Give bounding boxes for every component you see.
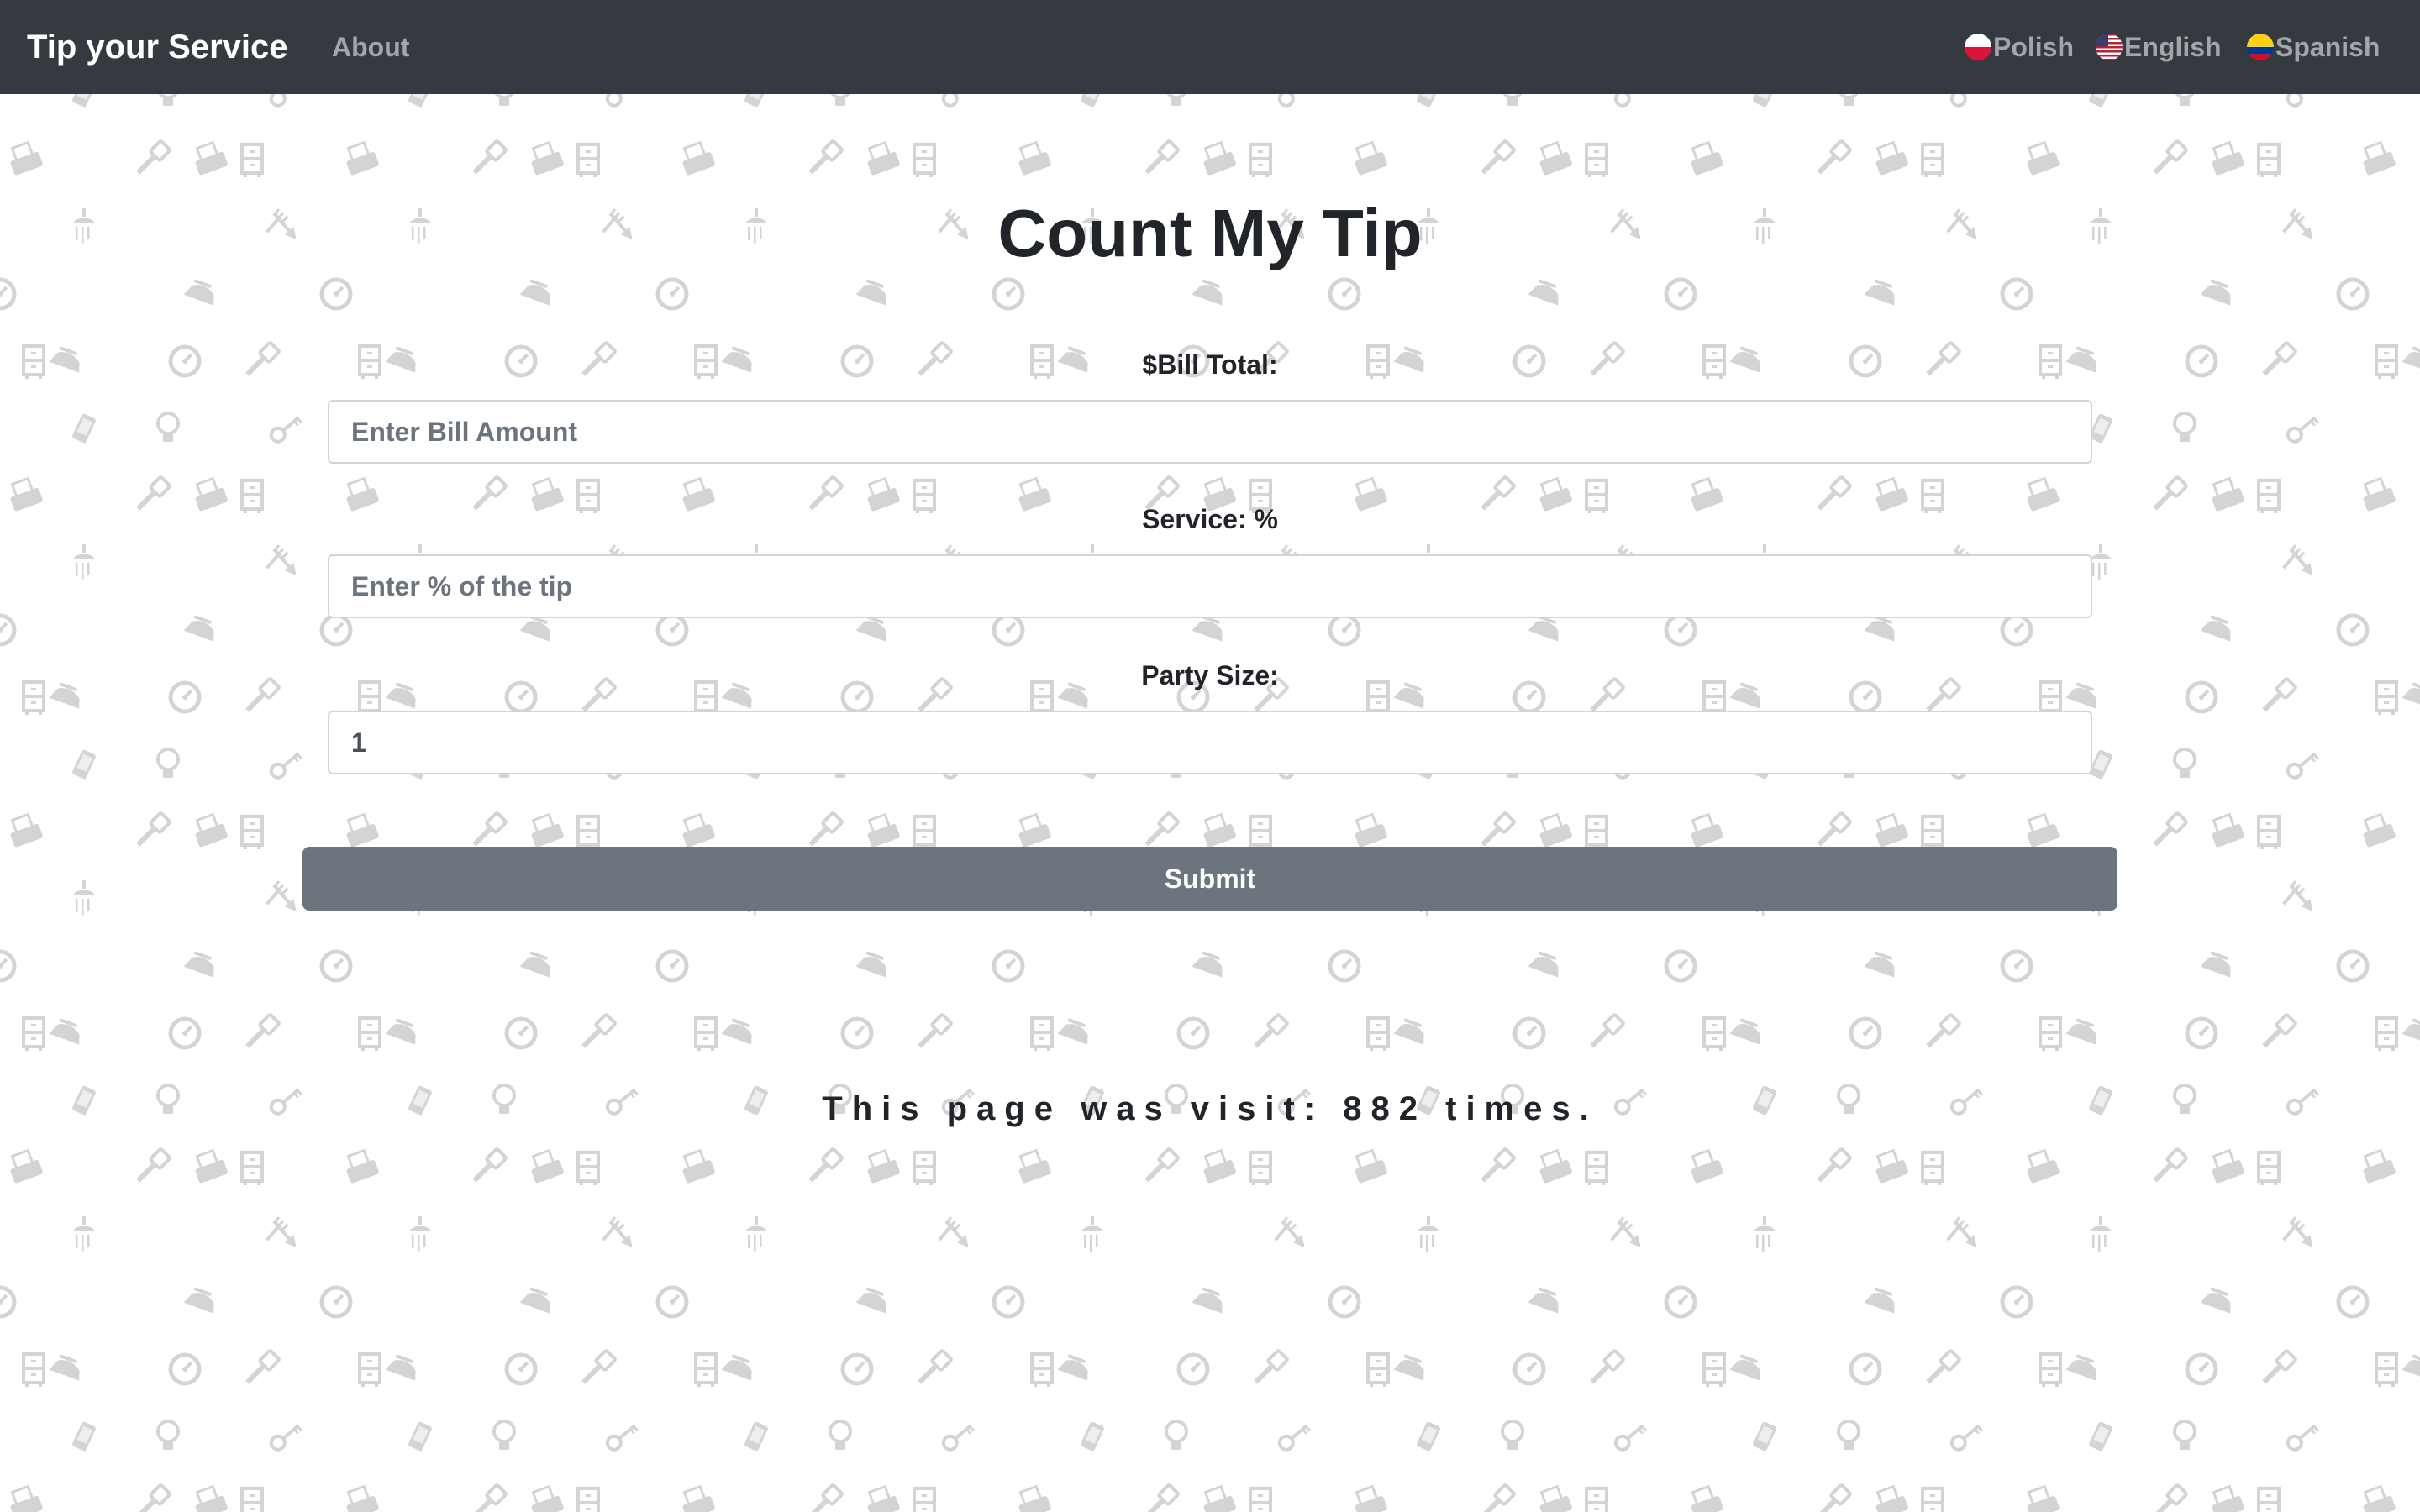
lang-polish-link[interactable]: Polish	[1965, 27, 2074, 67]
brand-link[interactable]: Tip your Service	[27, 24, 288, 71]
lang-polish-label: Polish	[1993, 32, 2075, 62]
lang-spanish-label: Spanish	[2275, 32, 2381, 62]
party-size-input[interactable]	[328, 711, 2092, 774]
tip-form-section: Count My Tip $Bill Total: Service: % Par…	[0, 94, 2420, 1512]
lang-spanish-link[interactable]: Spanish	[2247, 27, 2380, 67]
page-title: Count My Tip	[997, 196, 1423, 270]
service-percent-label: Service: %	[1142, 504, 1278, 534]
bill-total-label: $Bill Total:	[1142, 349, 1278, 380]
submit-button[interactable]: Submit	[302, 847, 2118, 911]
colombia-flag-icon	[2247, 34, 2274, 60]
bill-amount-input[interactable]	[328, 400, 2092, 464]
usa-flag-icon	[2096, 34, 2123, 60]
party-size-label: Party Size:	[1141, 660, 1279, 690]
lang-english-label: English	[2124, 32, 2222, 62]
lang-english-link[interactable]: English	[2096, 27, 2222, 67]
poland-flag-icon	[1965, 34, 1991, 60]
visit-counter: This page was visit: 882 times.	[822, 1090, 1598, 1127]
nav-about-link[interactable]: About	[332, 27, 409, 67]
tip-percent-input[interactable]	[328, 554, 2092, 618]
navbar: Tip your Service About Polish English Sp…	[0, 0, 2420, 94]
